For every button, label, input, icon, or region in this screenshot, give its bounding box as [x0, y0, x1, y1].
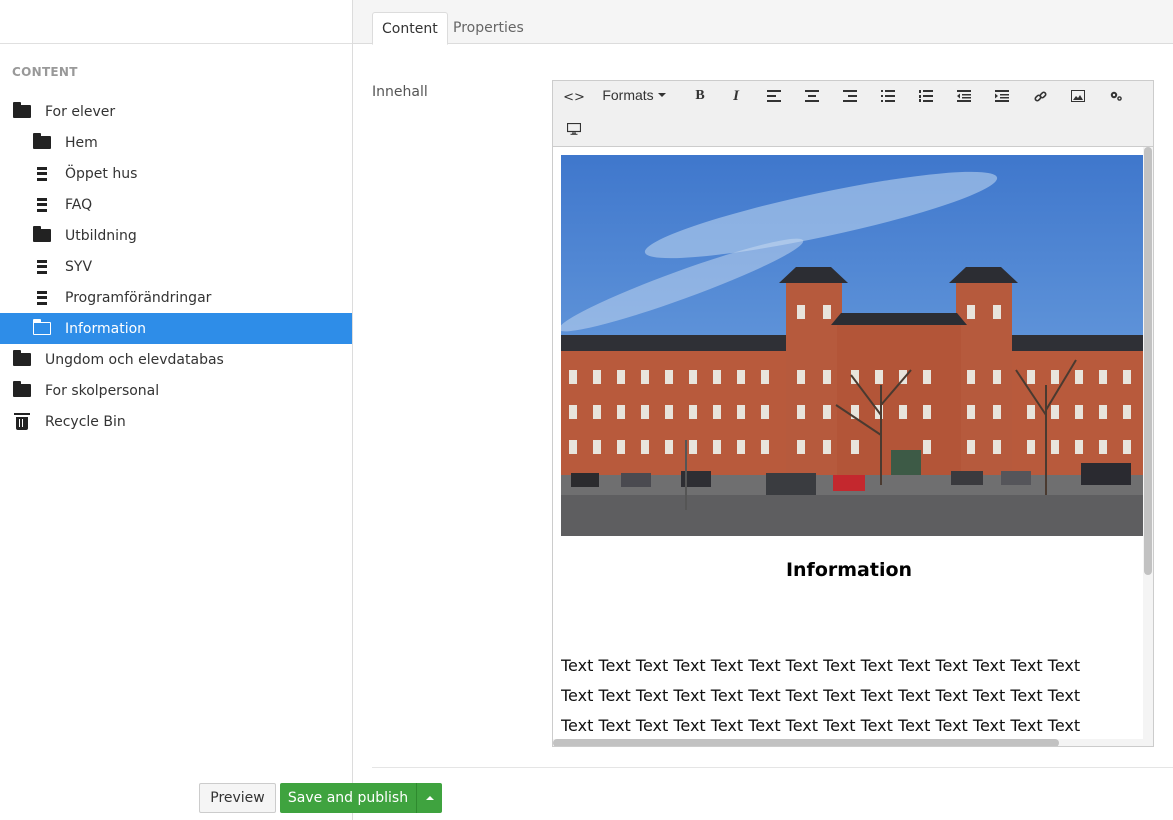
align-left-button[interactable]	[761, 82, 787, 110]
horizontal-scroll-thumb[interactable]	[553, 739, 1059, 746]
paragraph-line: Text Text Text Text Text Text Text Text …	[561, 656, 1081, 675]
indent-button[interactable]	[989, 82, 1015, 110]
monitor-icon	[567, 123, 581, 135]
formats-label: Formats	[602, 87, 654, 103]
tree-item-label: For skolpersonal	[45, 382, 160, 399]
insert-image-button[interactable]	[1065, 82, 1091, 110]
building-photo	[561, 155, 1145, 536]
embed-button[interactable]	[561, 115, 587, 143]
content-tree-sidebar: CONTENT For elever Hem Öppet hus FAQ Utb…	[0, 0, 353, 820]
preview-button[interactable]: Preview	[199, 783, 276, 813]
trash-icon	[13, 413, 33, 430]
actions-divider	[372, 767, 1173, 768]
image-icon	[1071, 90, 1085, 102]
bold-button[interactable]: B	[687, 82, 713, 110]
tree-item-hem[interactable]: Hem	[0, 127, 352, 158]
folder-icon	[13, 102, 33, 120]
rich-text-editor: <> Formats B I Information Text Text Tex…	[552, 80, 1154, 747]
align-right-icon	[843, 90, 857, 102]
vertical-scroll-thumb[interactable]	[1144, 147, 1152, 575]
tree-item-label: Öppet hus	[65, 165, 138, 182]
link-button[interactable]	[1027, 82, 1053, 110]
tree-item-label: FAQ	[65, 196, 93, 213]
macro-button[interactable]	[1103, 82, 1129, 110]
tree-item-for-elever[interactable]: For elever	[0, 96, 352, 127]
tree-item-label: Programförändringar	[65, 289, 212, 306]
align-center-button[interactable]	[799, 82, 825, 110]
numbered-list-button[interactable]	[913, 82, 939, 110]
folder-icon	[13, 381, 33, 399]
sidebar-header	[0, 0, 352, 44]
folder-icon	[33, 226, 53, 244]
tree-item-label: Hem	[65, 134, 98, 151]
formats-dropdown[interactable]: Formats	[595, 81, 673, 109]
vertical-scrollbar[interactable]	[1143, 147, 1153, 739]
source-code-button[interactable]: <>	[561, 83, 587, 111]
content-tree: For elever Hem Öppet hus FAQ Utbildning …	[0, 96, 352, 437]
tab-content[interactable]: Content	[372, 12, 448, 45]
align-right-button[interactable]	[837, 82, 863, 110]
outdent-icon	[957, 90, 971, 102]
document-icon	[33, 197, 53, 213]
tree-item-utbildning[interactable]: Utbildning	[0, 220, 352, 251]
bullet-list-button[interactable]	[875, 82, 901, 110]
document-icon	[33, 259, 53, 275]
align-center-icon	[805, 90, 819, 102]
bullet-list-icon	[881, 90, 895, 102]
editor-main: Content Properties Innehall <> Formats B…	[353, 0, 1173, 820]
tab-bar: Content Properties	[353, 0, 1173, 45]
folder-icon	[33, 133, 53, 151]
tree-item-label: For elever	[45, 103, 116, 120]
paragraph-line: Text Text Text Text Text Text Text Text …	[561, 716, 1081, 735]
tree-item-label: SYV	[65, 258, 93, 275]
tree-item-for-skolpersonal[interactable]: For skolpersonal	[0, 375, 352, 406]
tree-item-oppet-hus[interactable]: Öppet hus	[0, 158, 352, 189]
field-label: Innehall	[372, 84, 428, 100]
tree-item-recycle-bin[interactable]: Recycle Bin	[0, 406, 352, 437]
building-image	[561, 155, 1145, 536]
outdent-button[interactable]	[951, 82, 977, 110]
publish-options-button[interactable]	[416, 783, 442, 813]
paragraph-line: Text Text Text Text Text Text Text Text …	[561, 686, 1081, 705]
numbered-list-icon	[919, 90, 933, 102]
editor-toolbar: <> Formats B I	[553, 81, 1153, 147]
caret-down-icon	[657, 93, 666, 97]
tree-item-label: Recycle Bin	[45, 413, 126, 430]
folder-icon	[13, 350, 33, 368]
document-paragraph: Text Text Text Text Text Text Text Text …	[561, 651, 1145, 741]
document-heading: Information	[785, 559, 913, 581]
tree-item-label: Information	[65, 320, 147, 337]
tree-item-syv[interactable]: SYV	[0, 251, 352, 282]
indent-icon	[995, 90, 1009, 102]
tree-item-label: Ungdom och elevdatabas	[45, 351, 224, 368]
document-icon	[33, 166, 53, 182]
editor-content-area[interactable]: Information Text Text Text Text Text Tex…	[553, 147, 1153, 746]
tree-item-information[interactable]: Information	[0, 313, 352, 344]
folder-open-icon	[33, 319, 53, 337]
tree-item-faq[interactable]: FAQ	[0, 189, 352, 220]
section-label: CONTENT	[12, 65, 78, 79]
tab-properties[interactable]: Properties	[444, 12, 533, 44]
link-icon	[1033, 90, 1047, 102]
tree-item-ungdom-och-elevdatabas[interactable]: Ungdom och elevdatabas	[0, 344, 352, 375]
caret-up-icon	[425, 796, 434, 800]
document-icon	[33, 290, 53, 306]
align-left-icon	[767, 90, 781, 102]
tree-item-programforandringar[interactable]: Programförändringar	[0, 282, 352, 313]
horizontal-scrollbar[interactable]	[553, 739, 1153, 746]
gears-icon	[1110, 91, 1122, 101]
tree-item-label: Utbildning	[65, 227, 137, 244]
save-and-publish-button[interactable]: Save and publish	[280, 783, 416, 813]
italic-button[interactable]: I	[723, 82, 749, 110]
